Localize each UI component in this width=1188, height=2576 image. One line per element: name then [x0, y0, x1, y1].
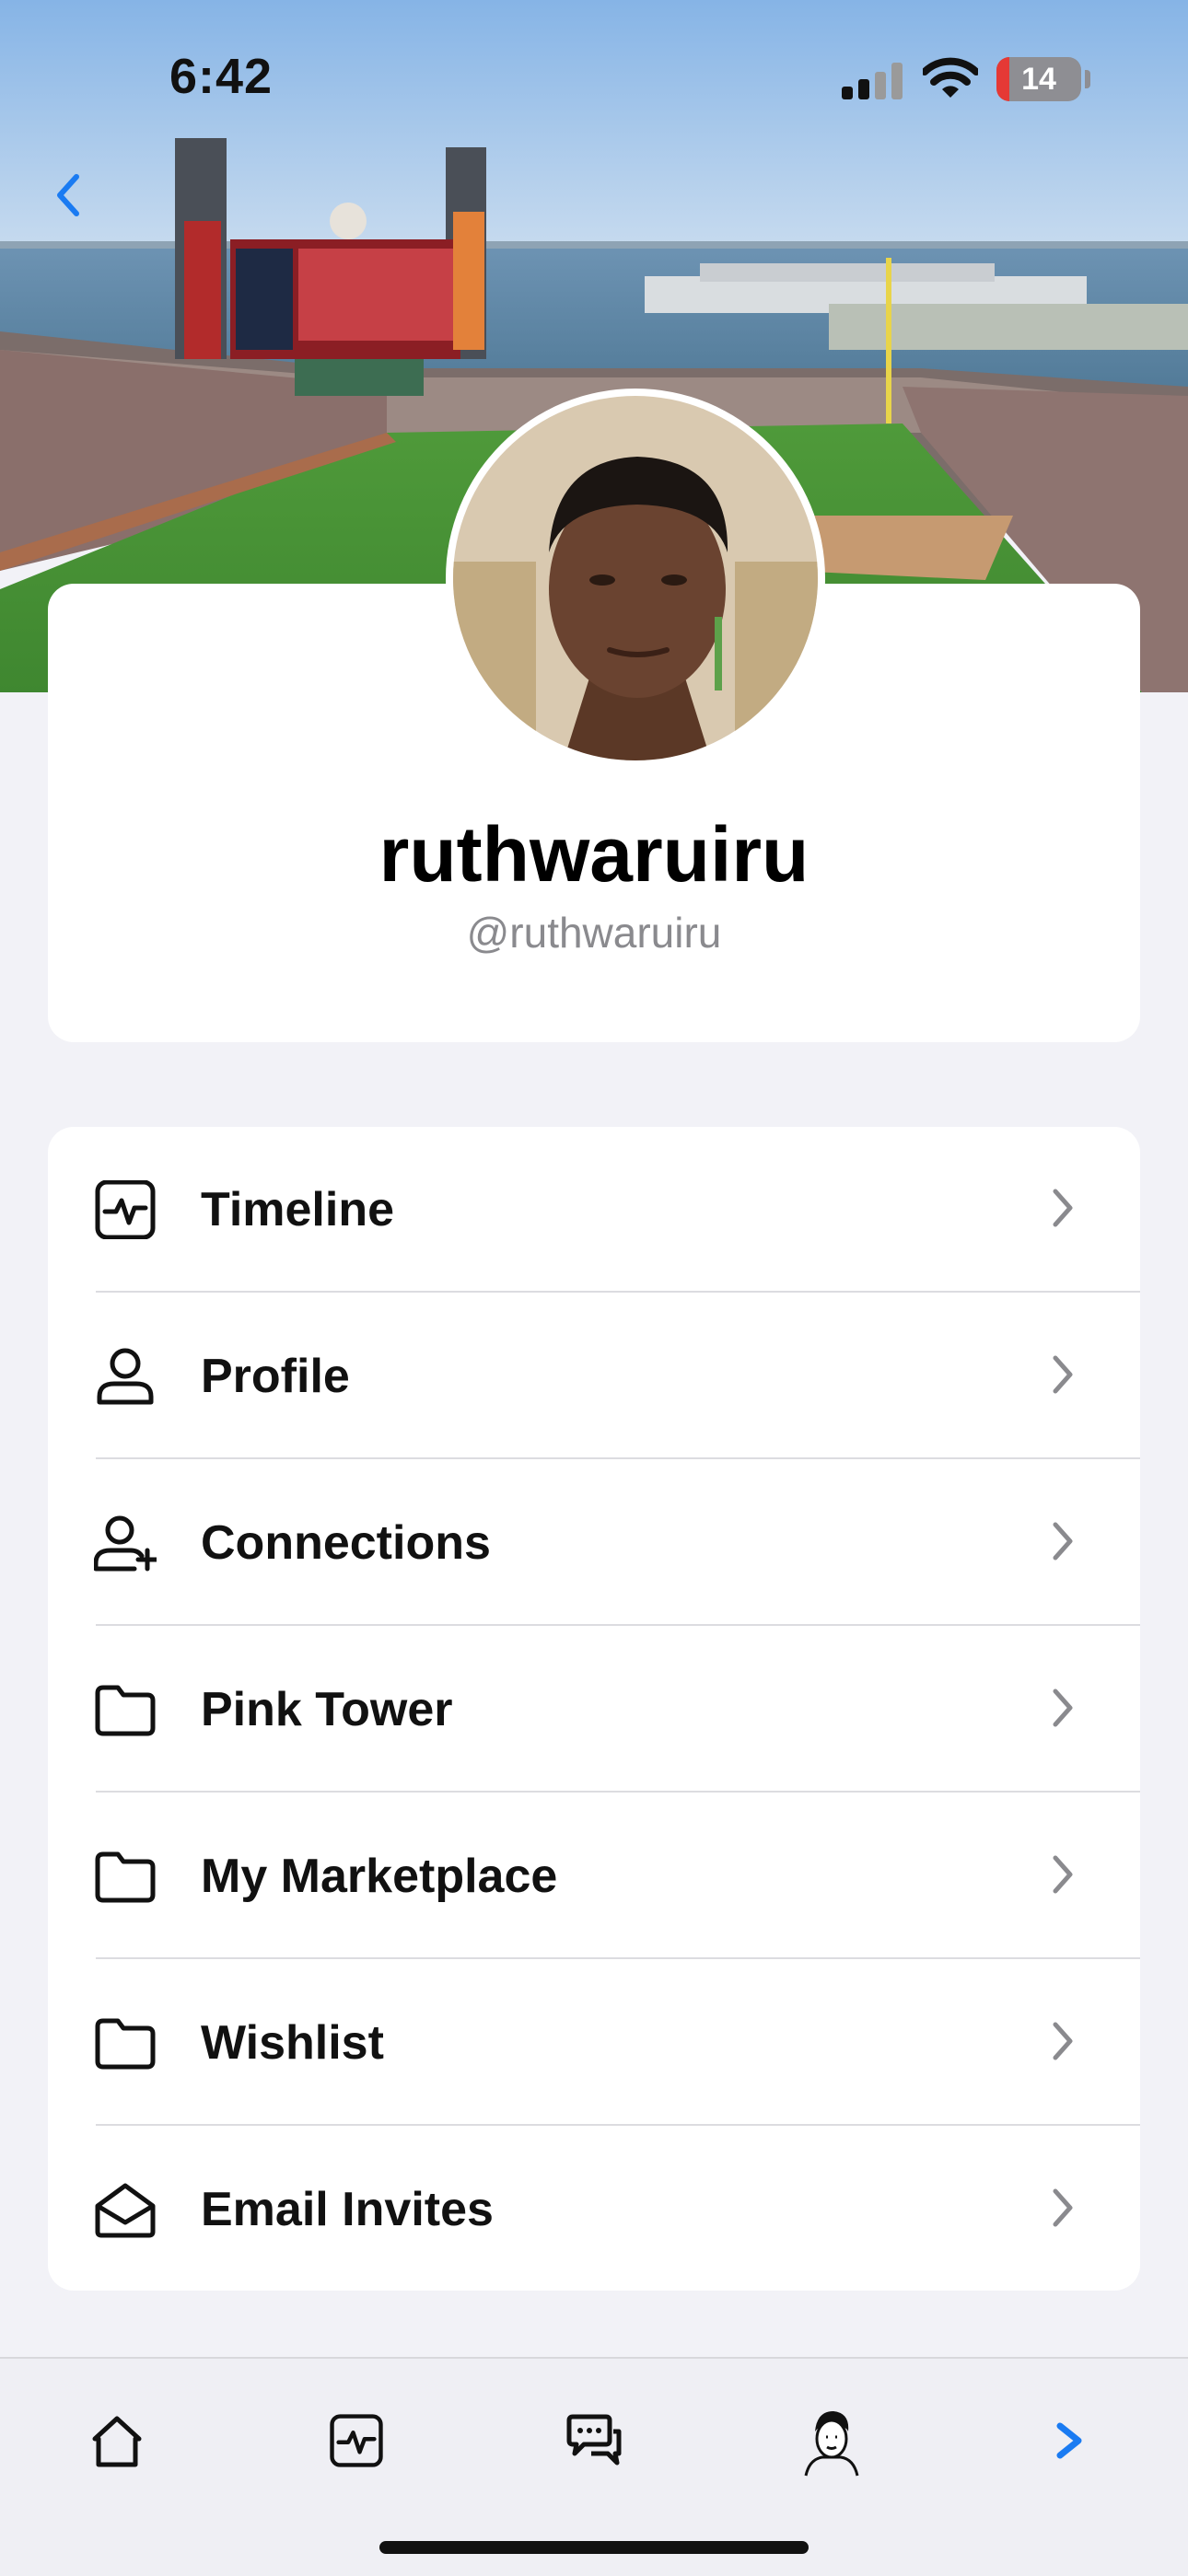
chevron-left-icon [57, 174, 79, 216]
chevron-right-icon [1056, 2422, 1082, 2459]
chevron-right-icon [1053, 1855, 1073, 1894]
tab-messages[interactable] [553, 2399, 635, 2482]
menu-item-label: Wishlist [201, 2016, 384, 2070]
username-handle: @ruthwaruiru [466, 909, 722, 957]
battery-percent: 14 [1021, 62, 1056, 97]
tab-next[interactable] [1028, 2399, 1111, 2482]
activity-icon [95, 1180, 156, 1239]
menu-item-wishlist[interactable]: Wishlist [48, 1960, 1140, 2126]
divider [96, 2124, 1140, 2126]
folder-icon [95, 1685, 156, 1736]
display-name: ruthwaruiru [379, 811, 809, 898]
chat-bubbles-icon [566, 2414, 622, 2466]
chevron-right-icon [1053, 2188, 1073, 2227]
cellular-signal-icon [842, 63, 903, 99]
tab-home[interactable] [76, 2399, 158, 2482]
folder-icon [95, 2018, 156, 2070]
menu-item-email-invites[interactable]: Email Invites [48, 2127, 1140, 2291]
profile-card: ruthwaruiru @ruthwaruiru [48, 389, 1140, 1042]
avatar-sketch [804, 2411, 859, 2477]
battery-cap [1085, 70, 1090, 88]
back-button[interactable] [46, 166, 90, 225]
chevron-right-icon [1053, 1522, 1073, 1561]
divider [96, 1624, 1140, 1626]
status-time: 6:42 [169, 49, 274, 104]
divider [96, 1957, 1140, 1959]
menu-item-label: Pink Tower [201, 1683, 453, 1736]
menu-item-label: Email Invites [201, 2183, 494, 2236]
menu-item-label: Timeline [201, 1183, 395, 1236]
menu-item-label: Profile [201, 1350, 350, 1403]
battery-icon: 14 [996, 57, 1081, 101]
chevron-right-icon [1053, 1355, 1073, 1394]
person-add-icon [94, 1515, 157, 1572]
avatar[interactable] [446, 389, 825, 768]
divider [96, 1791, 1140, 1793]
status-bar: 6:42 14 [0, 0, 1188, 147]
menu-item-timeline[interactable]: Timeline [48, 1127, 1140, 1293]
tab-activity[interactable] [315, 2399, 398, 2482]
menu-item-profile[interactable]: Profile [48, 1294, 1140, 1459]
home-indicator[interactable] [379, 2541, 809, 2554]
person-icon [97, 1348, 154, 1405]
divider [96, 1457, 1140, 1459]
tab-my-profile[interactable] [790, 2399, 873, 2482]
menu-item-my-marketplace[interactable]: My Marketplace [48, 1793, 1140, 1959]
wifi-icon [921, 57, 980, 104]
menu-item-label: My Marketplace [201, 1850, 558, 1903]
chevron-right-icon [1053, 1688, 1073, 1727]
activity-icon [330, 2414, 383, 2467]
chevron-right-icon [1053, 2022, 1073, 2060]
divider [96, 1291, 1140, 1293]
home-icon [92, 2416, 142, 2467]
profile-menu: Timeline Profile Connections Pink Tower … [48, 1127, 1140, 2291]
folder-icon [95, 1851, 156, 1903]
menu-item-connections[interactable]: Connections [48, 1460, 1140, 1626]
chevron-right-icon [1053, 1189, 1073, 1227]
envelope-open-icon [95, 2183, 156, 2238]
menu-item-pink-tower[interactable]: Pink Tower [48, 1627, 1140, 1793]
menu-item-label: Connections [201, 1516, 491, 1570]
